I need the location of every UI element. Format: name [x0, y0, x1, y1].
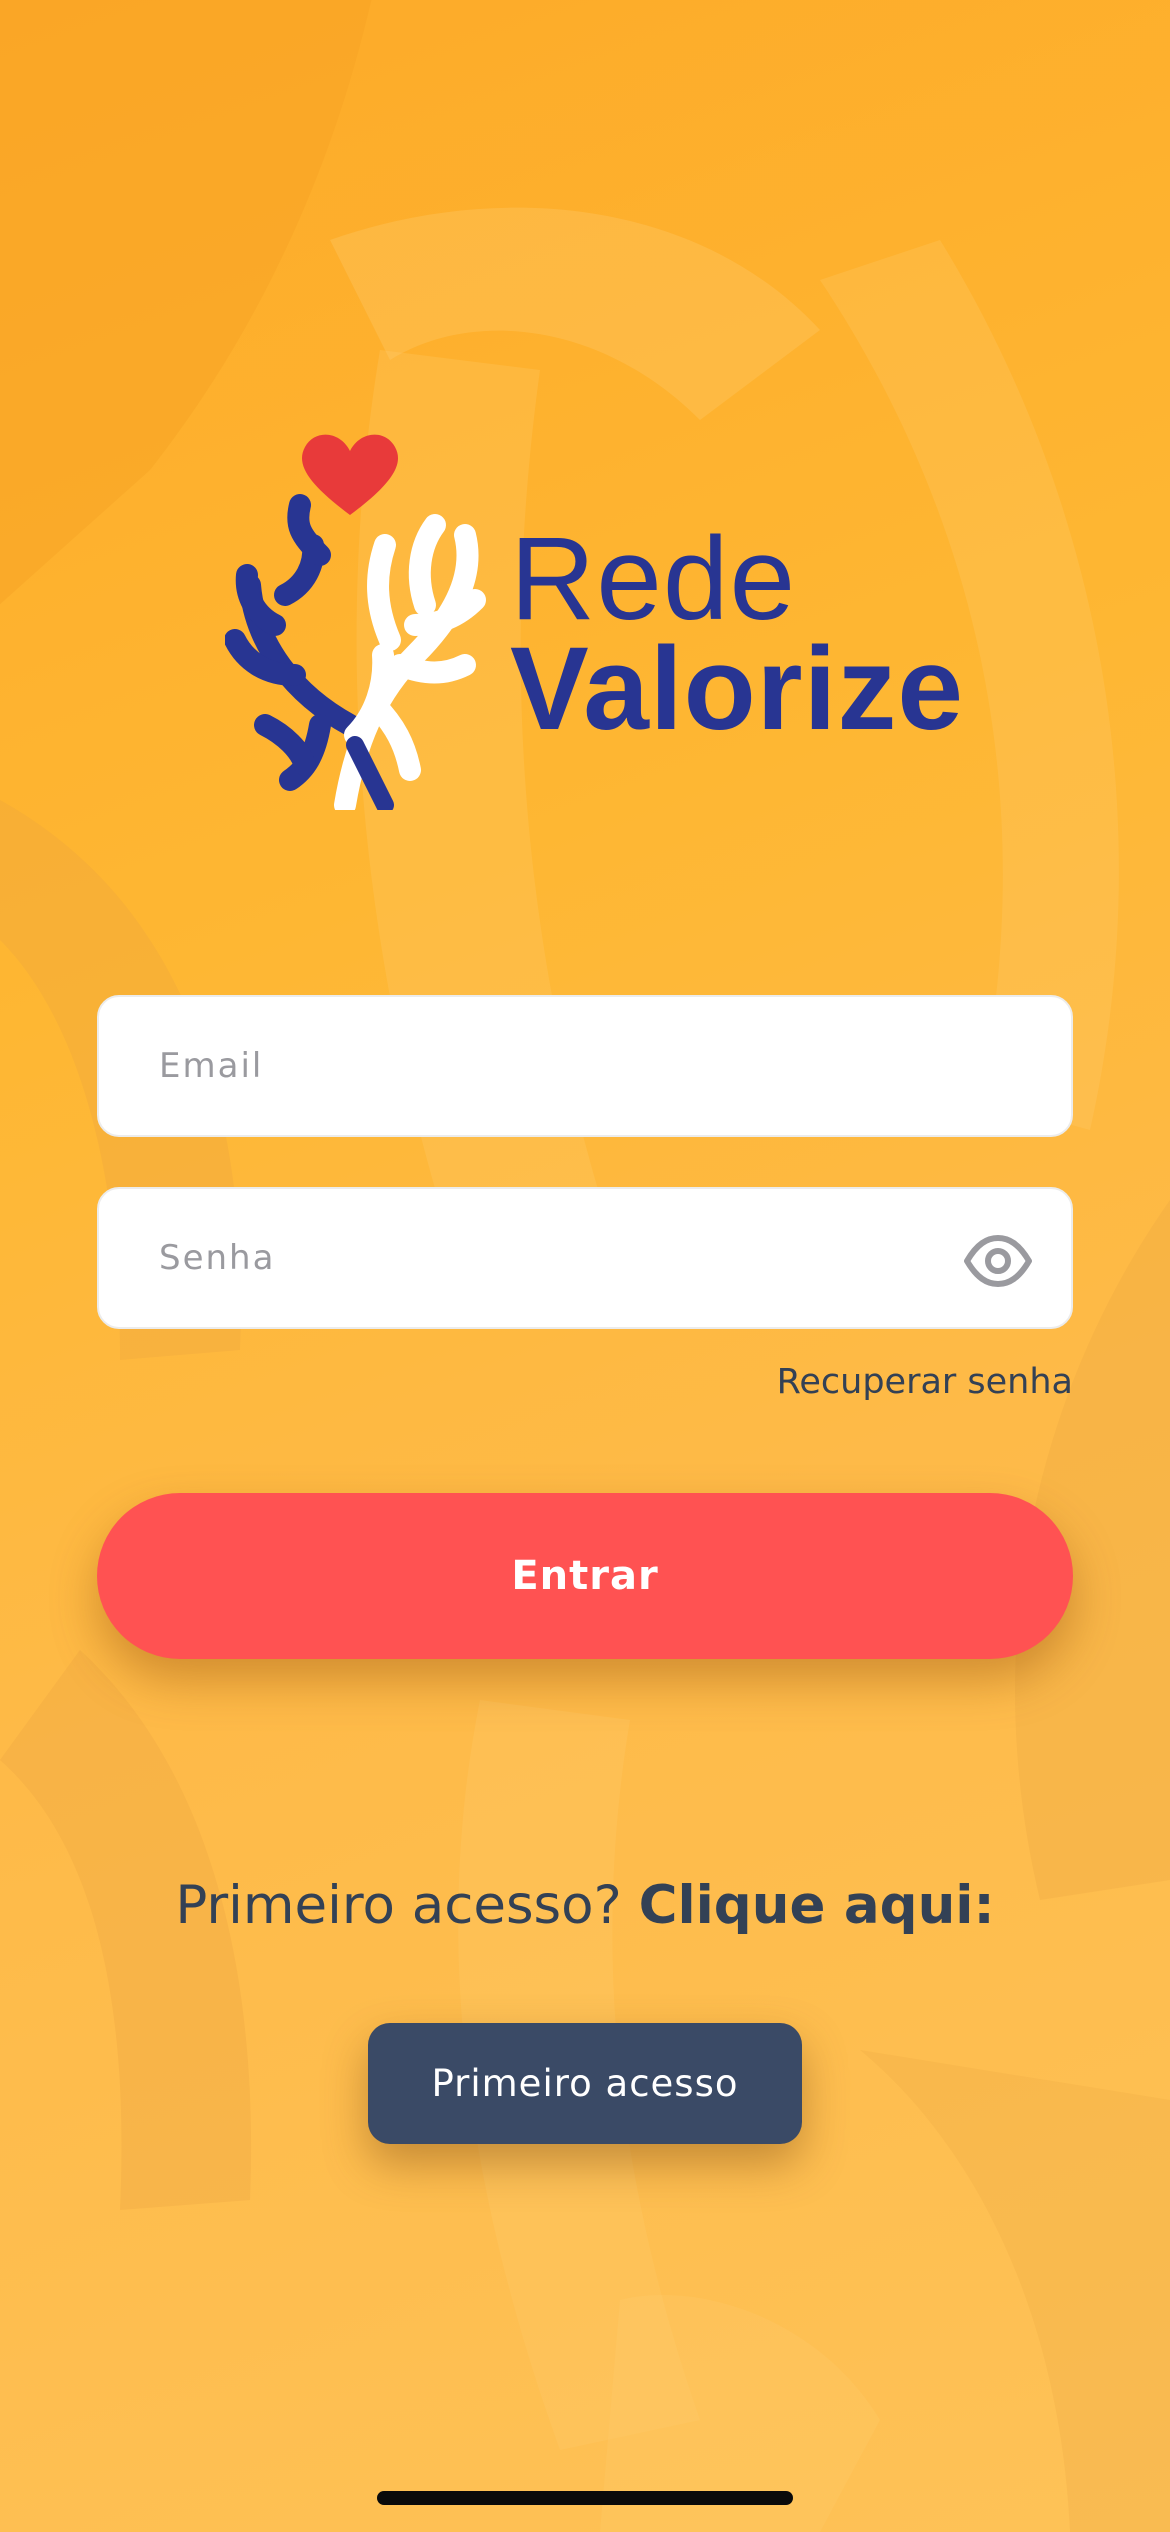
- eye-icon[interactable]: [963, 1226, 1033, 1296]
- brand-line-2: Valorize: [510, 623, 965, 755]
- first-access-prompt: Primeiro acesso? Clique aqui:: [0, 1875, 1170, 1936]
- first-access-question: Primeiro acesso?: [175, 1875, 639, 1936]
- first-access-cta-text: Clique aqui:: [638, 1875, 995, 1936]
- brand-wordmark: Rede Valorize: [510, 520, 964, 748]
- tree-heart-logo-icon: [225, 434, 486, 810]
- recover-password-link[interactable]: Recuperar senha: [777, 1362, 1073, 1402]
- password-field[interactable]: [97, 1187, 1073, 1329]
- email-field[interactable]: [97, 995, 1073, 1137]
- home-indicator: [377, 2491, 793, 2505]
- first-access-button[interactable]: Primeiro acesso: [368, 2023, 802, 2144]
- login-button[interactable]: Entrar: [97, 1493, 1073, 1659]
- brand-line-1: Rede: [510, 513, 797, 645]
- password-input[interactable]: [159, 1238, 1011, 1278]
- email-input[interactable]: [159, 1046, 1011, 1086]
- brand-logo: Rede Valorize: [225, 425, 963, 810]
